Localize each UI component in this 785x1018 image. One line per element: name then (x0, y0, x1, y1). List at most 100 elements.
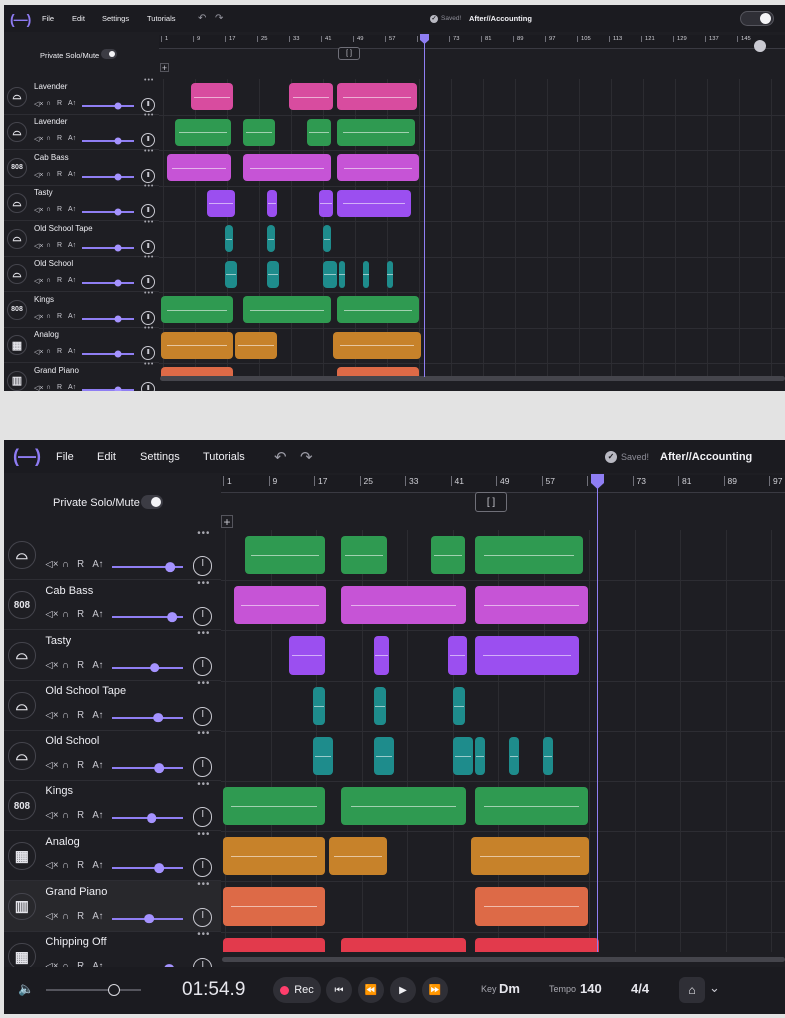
audio-clip[interactable] (341, 586, 466, 625)
headphones-icon[interactable]: ∩ (62, 860, 69, 871)
app-logo-icon[interactable]: (—) (10, 11, 31, 27)
808-icon[interactable]: 808 (7, 157, 27, 178)
volume-slider[interactable] (111, 612, 184, 623)
audio-clip[interactable] (323, 225, 331, 253)
automation-icon[interactable]: A↑ (92, 911, 103, 922)
audio-clip[interactable] (245, 536, 325, 575)
record-arm-button[interactable]: R (57, 171, 62, 178)
redo-icon[interactable]: ↷ (215, 13, 223, 24)
audio-clip[interactable] (313, 736, 333, 775)
record-button[interactable]: Rec (273, 977, 321, 1003)
pan-knob[interactable] (141, 310, 155, 325)
track-header[interactable]: 808 Cab Bass ◁× ∩ R A↑ ••• (4, 578, 221, 631)
audio-clip[interactable] (471, 837, 589, 876)
pan-knob[interactable] (141, 346, 155, 361)
automation-icon[interactable]: A↑ (92, 559, 103, 570)
volume-knob[interactable] (114, 279, 122, 287)
drum-icon[interactable]: ⌓ (7, 264, 27, 285)
volume-slider[interactable] (111, 863, 184, 874)
track-menu-icon[interactable]: ••• (144, 325, 154, 332)
track-header[interactable]: ⌓ Lavender ◁× ∩ R A↑ ••• (4, 77, 159, 115)
mute-icon[interactable]: ◁× (34, 135, 43, 143)
horizontal-scrollbar[interactable] (222, 957, 785, 962)
track-menu-icon[interactable]: ••• (144, 361, 154, 368)
audio-clip[interactable] (374, 686, 386, 725)
drum-icon[interactable]: ⌓ (8, 541, 36, 569)
record-arm-button[interactable]: R (57, 313, 62, 320)
track-header[interactable]: 808 Kings ◁× ∩ R A↑ ••• (4, 779, 221, 832)
track-menu-icon[interactable]: ••• (197, 728, 210, 739)
volume-knob[interactable] (114, 137, 122, 145)
mute-icon[interactable]: ◁× (45, 559, 58, 570)
track-menu-icon[interactable]: ••• (144, 183, 154, 190)
headphones-icon[interactable]: ∩ (46, 242, 51, 249)
volume-knob[interactable] (114, 350, 122, 358)
headphones-icon[interactable]: ∩ (62, 660, 69, 671)
audio-clip[interactable] (337, 83, 417, 111)
audio-clip[interactable] (387, 260, 393, 288)
pan-knob[interactable] (193, 606, 213, 626)
horizontal-scrollbar[interactable] (160, 376, 785, 381)
mute-icon[interactable]: ◁× (34, 171, 43, 179)
audio-clip[interactable] (175, 118, 231, 146)
menu-settings[interactable]: Settings (140, 451, 180, 463)
drum-icon[interactable]: ⌓ (7, 122, 27, 143)
audio-clip[interactable] (475, 736, 485, 775)
audio-clip[interactable] (374, 636, 389, 675)
pan-knob[interactable] (193, 757, 213, 777)
mute-icon[interactable]: ◁× (34, 313, 43, 321)
private-solo-toggle[interactable] (101, 49, 117, 59)
track-menu-icon[interactable]: ••• (197, 578, 210, 589)
drum-icon[interactable]: ⌓ (7, 193, 27, 214)
track-menu-icon[interactable]: ••• (197, 779, 210, 790)
headphones-icon[interactable]: ∩ (62, 911, 69, 922)
master-volume-icon[interactable]: 🔈 (18, 981, 34, 997)
volume-slider[interactable] (82, 279, 134, 287)
audio-clip[interactable] (267, 260, 279, 288)
pan-knob[interactable] (141, 381, 155, 391)
audio-clip[interactable] (161, 331, 233, 359)
record-arm-button[interactable]: R (57, 277, 62, 284)
volume-knob[interactable] (114, 102, 122, 110)
record-arm-button[interactable]: R (77, 810, 84, 821)
private-solo-toggle[interactable] (141, 495, 163, 509)
timeline-ruler[interactable]: 191725334149576573818997 (221, 475, 785, 493)
playhead[interactable] (424, 35, 425, 377)
automation-icon[interactable]: A↑ (68, 277, 76, 284)
audio-clip[interactable] (223, 837, 325, 876)
mute-icon[interactable]: ◁× (45, 810, 58, 821)
automation-icon[interactable]: A↑ (68, 242, 76, 249)
track-header[interactable]: 808 Kings ◁× ∩ R A↑ ••• (4, 290, 159, 328)
automation-icon[interactable]: A↑ (92, 710, 103, 721)
track-menu-icon[interactable]: ••• (197, 528, 210, 539)
loop-toggle-button[interactable]: [ ] (338, 47, 360, 60)
audio-clip[interactable] (223, 887, 325, 926)
pan-knob[interactable] (193, 907, 213, 928)
audio-clip[interactable] (475, 536, 583, 575)
headphones-icon[interactable]: ∩ (46, 384, 51, 391)
audio-clip[interactable] (167, 154, 231, 182)
audio-clip[interactable] (323, 260, 337, 288)
mute-icon[interactable]: ◁× (34, 100, 43, 108)
menu-file[interactable]: File (42, 14, 54, 23)
pan-knob[interactable] (141, 239, 155, 254)
rewind-button[interactable]: ⏪ (358, 977, 384, 1003)
audio-clip[interactable] (341, 787, 466, 826)
menu-edit[interactable]: Edit (97, 451, 116, 463)
track-header[interactable]: ⌓ Tasty ◁× ∩ R A↑ ••• (4, 628, 221, 681)
record-arm-button[interactable]: R (57, 348, 62, 355)
redo-icon[interactable]: ↷ (300, 448, 313, 466)
track-header[interactable]: ⌓ Old School Tape ◁× ∩ R A↑ ••• (4, 219, 159, 257)
headphones-icon[interactable]: ∩ (62, 710, 69, 721)
audio-clip[interactable] (475, 586, 588, 625)
automation-icon[interactable]: A↑ (68, 348, 76, 355)
track-menu-icon[interactable]: ••• (144, 219, 154, 226)
automation-icon[interactable]: A↑ (92, 660, 103, 671)
piano-icon[interactable]: ▥ (7, 370, 27, 391)
808-icon[interactable]: 808 (8, 591, 36, 620)
mute-icon[interactable]: ◁× (34, 206, 43, 214)
volume-slider[interactable] (82, 244, 134, 252)
pan-knob[interactable] (141, 168, 155, 183)
volume-knob[interactable] (114, 315, 122, 323)
piano-icon[interactable]: ▥ (8, 892, 36, 921)
